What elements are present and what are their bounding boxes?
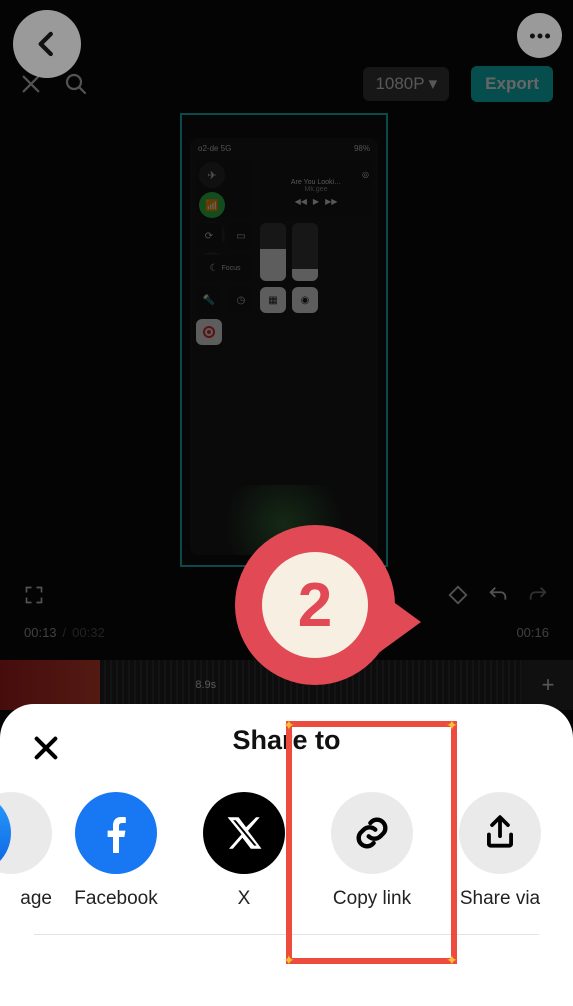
- sheet-title: Share to: [232, 725, 340, 756]
- share-icon: [459, 792, 541, 874]
- tutorial-more-button[interactable]: [517, 13, 562, 58]
- share-item-x[interactable]: X: [180, 792, 308, 910]
- share-sheet: Share to age Facebook X Copy link: [0, 704, 573, 1006]
- divider: [34, 934, 539, 935]
- share-item-label: age: [20, 888, 52, 910]
- link-icon: [331, 792, 413, 874]
- share-targets-row[interactable]: age Facebook X Copy link Share via: [0, 776, 573, 928]
- step-number: 2: [298, 570, 332, 641]
- share-item-label: Share via: [460, 888, 540, 910]
- message-icon: [0, 792, 52, 874]
- arrow-right-icon: [373, 587, 421, 657]
- share-item-label: Facebook: [74, 888, 157, 910]
- share-item-facebook[interactable]: Facebook: [52, 792, 180, 910]
- facebook-icon: [75, 792, 157, 874]
- share-item-message[interactable]: age: [0, 792, 52, 910]
- share-item-share-via[interactable]: Share via: [436, 792, 564, 910]
- share-item-copy-link[interactable]: Copy link: [308, 792, 436, 910]
- x-icon: [203, 792, 285, 874]
- share-item-label: X: [238, 888, 251, 910]
- step-badge: 2: [235, 525, 405, 695]
- share-item-label: Copy link: [333, 888, 411, 910]
- tutorial-back-button[interactable]: [13, 10, 81, 78]
- sheet-close-button[interactable]: [32, 734, 60, 762]
